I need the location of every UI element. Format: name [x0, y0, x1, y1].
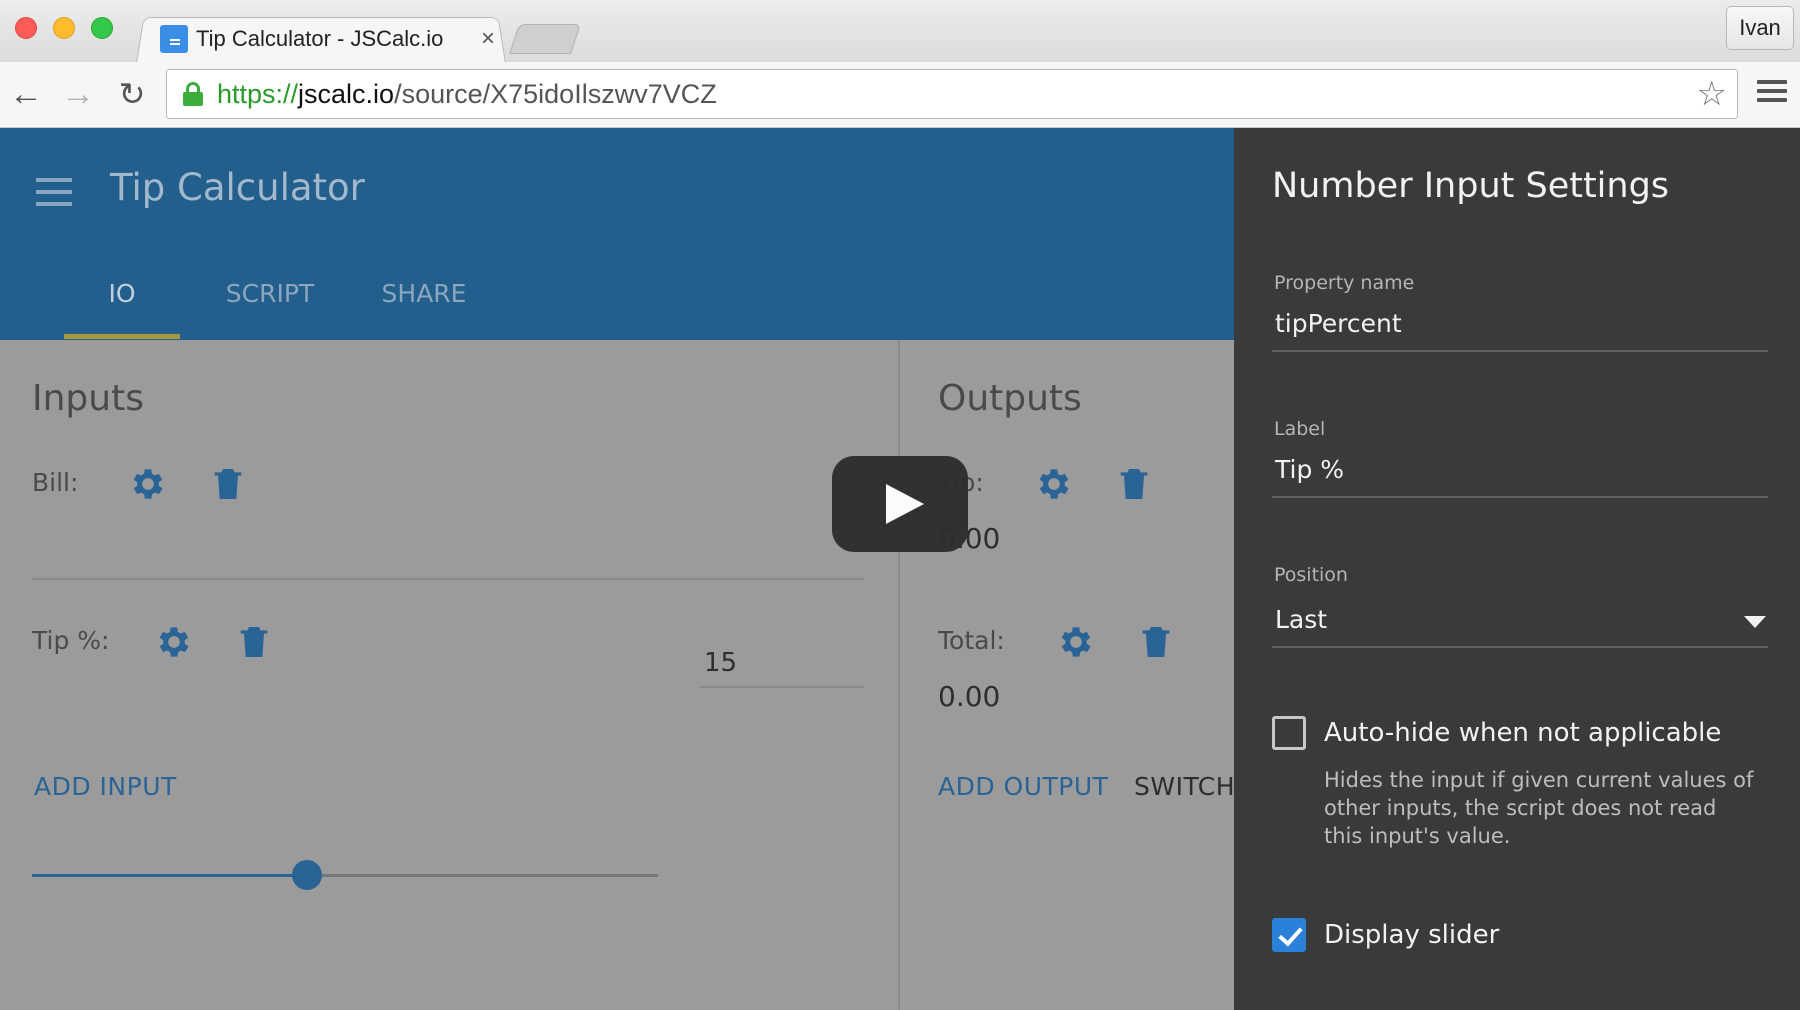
tip-percent-gear-icon[interactable]: [154, 622, 194, 662]
position-select[interactable]: Last: [1272, 598, 1768, 648]
position-select-value: Last: [1275, 605, 1328, 634]
address-bar[interactable]: https://jscalc.io/source/X75idoIlszwv7VC…: [166, 69, 1738, 119]
app-root: Tip Calculator IO SCRIPT SHARE Inputs Bi…: [0, 128, 1800, 1010]
app-bar: Tip Calculator IO SCRIPT SHARE: [0, 128, 1234, 340]
minimize-icon[interactable]: [53, 17, 75, 39]
tip-percent-slider[interactable]: [32, 860, 658, 890]
browser-titlebar: Tip Calculator - JSCalc.io × Ivan: [0, 0, 1800, 63]
bill-trash-icon[interactable]: [208, 464, 248, 504]
inputs-title: Inputs: [32, 378, 144, 419]
label-input[interactable]: Tip %: [1272, 448, 1768, 498]
tip-percent-value[interactable]: 15: [704, 648, 737, 678]
autohide-label[interactable]: Auto-hide when not applicable: [1324, 718, 1721, 748]
io-content: Inputs Bill: Tip %: 15 ADD INPUT Outputs…: [0, 340, 1234, 1010]
total-output-trash-icon[interactable]: [1136, 622, 1176, 662]
tab-close-icon[interactable]: ×: [476, 25, 500, 53]
add-output-button[interactable]: ADD OUTPUT: [938, 772, 1108, 801]
tab-io[interactable]: IO: [64, 276, 180, 340]
tip-percent-trash-icon[interactable]: [234, 622, 274, 662]
total-output-value: 0.00: [938, 680, 1001, 713]
tab-share[interactable]: SHARE: [368, 276, 480, 340]
column-divider: [898, 340, 900, 1010]
add-input-button[interactable]: ADD INPUT: [34, 772, 177, 801]
number-input-settings-panel: Number Input Settings Property name tipP…: [1234, 128, 1800, 1010]
tab-script[interactable]: SCRIPT: [214, 276, 326, 340]
bill-gear-icon[interactable]: [128, 464, 168, 504]
outputs-title: Outputs: [938, 378, 1082, 419]
total-output-gear-icon[interactable]: [1056, 622, 1096, 662]
lock-icon: [183, 82, 203, 106]
tip-percent-underline: [700, 686, 864, 688]
menu-icon[interactable]: [36, 178, 72, 206]
tip-output-trash-icon[interactable]: [1114, 464, 1154, 504]
autohide-help-text: Hides the input if given current values …: [1324, 768, 1754, 848]
slider-thumb[interactable]: [292, 860, 323, 890]
active-tab-indicator: [64, 334, 180, 339]
dropdown-arrow-icon: [1744, 616, 1766, 628]
browser-tab-content[interactable]: Tip Calculator - JSCalc.io ×: [160, 22, 500, 56]
reload-icon[interactable]: ↻: [114, 76, 150, 112]
property-name-input[interactable]: tipPercent: [1272, 302, 1768, 352]
property-name-label: Property name: [1274, 272, 1415, 294]
back-arrow-icon[interactable]: ←: [8, 76, 44, 112]
url-text[interactable]: https://jscalc.io/source/X75idoIlszwv7VC…: [217, 70, 717, 118]
chrome-menu-icon[interactable]: [1757, 80, 1787, 108]
new-tab-button[interactable]: [509, 24, 581, 54]
forward-arrow-icon[interactable]: →: [60, 76, 96, 112]
bookmark-star-icon[interactable]: ☆: [1697, 76, 1727, 112]
slider-fill: [32, 874, 308, 877]
switch-button[interactable]: SWITCH: [1134, 772, 1234, 801]
position-label: Position: [1274, 564, 1348, 586]
app-tabs: IO SCRIPT SHARE: [64, 276, 480, 340]
app-title: Tip Calculator: [110, 166, 365, 209]
url-host: jscalc.io: [298, 79, 395, 109]
zoom-icon[interactable]: [91, 17, 113, 39]
bill-label: Bill:: [32, 468, 79, 497]
tip-output-gear-icon[interactable]: [1034, 464, 1074, 504]
url-path: /source/X75idoIlszwv7VCZ: [394, 79, 717, 109]
display-slider-label[interactable]: Display slider: [1324, 920, 1499, 950]
total-output-label: Total:: [938, 626, 1005, 655]
panel-title: Number Input Settings: [1272, 166, 1670, 206]
profile-button[interactable]: Ivan: [1726, 6, 1794, 50]
tab-title: Tip Calculator - JSCalc.io: [196, 26, 444, 51]
browser-toolbar: ← → ↻ https://jscalc.io/source/X75idoIls…: [0, 62, 1800, 128]
play-button-icon[interactable]: [832, 456, 968, 552]
tip-percent-label: Tip %:: [32, 626, 110, 655]
display-slider-checkbox[interactable]: [1272, 918, 1306, 952]
label-field-label: Label: [1274, 418, 1326, 440]
bill-input-underline[interactable]: [32, 578, 864, 580]
url-scheme: https://: [217, 79, 299, 109]
favicon-icon: [160, 25, 188, 53]
autohide-checkbox[interactable]: [1272, 716, 1306, 750]
close-window-icon[interactable]: [15, 17, 37, 39]
